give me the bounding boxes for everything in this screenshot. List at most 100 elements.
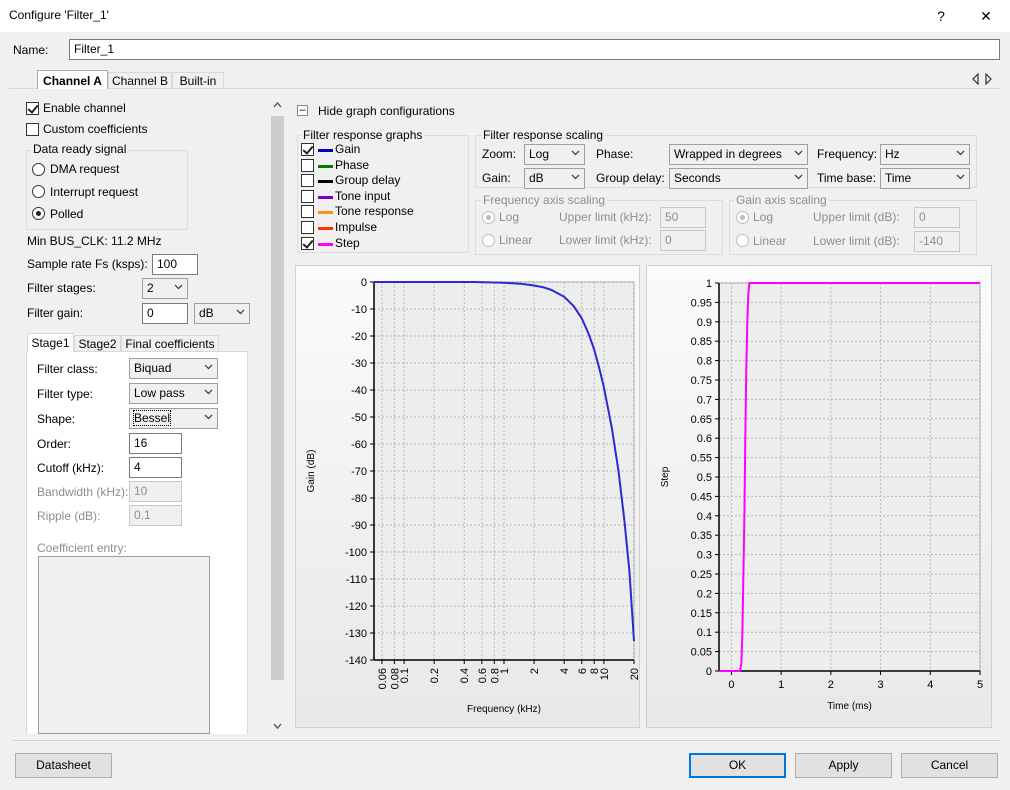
bandwidth-input: 10 [129, 481, 182, 502]
freq-linear-radio [482, 234, 495, 247]
phase-select[interactable]: Wrapped in degrees [669, 144, 808, 165]
y-tick-label: 0.2 [697, 588, 712, 600]
gain-log-radio [736, 211, 749, 224]
freq-log-radio [482, 211, 495, 224]
datasheet-button[interactable]: Datasheet [15, 753, 112, 778]
gain-axis-title: Gain axis scaling [734, 193, 829, 207]
graph-checkbox-impulse[interactable] [301, 221, 314, 234]
shape-select[interactable]: Bessel [129, 408, 218, 429]
x-tick-label: 0.4 [459, 668, 471, 683]
sample-rate-input[interactable]: 100 [152, 254, 198, 275]
scroll-up-icon[interactable] [273, 101, 282, 109]
y-tick-label: 0.95 [691, 297, 712, 309]
chevron-down-icon [236, 309, 245, 315]
title-bar [0, 0, 1010, 32]
close-icon: ✕ [980, 8, 992, 24]
order-input[interactable]: 16 [129, 433, 182, 454]
close-button[interactable]: ✕ [966, 0, 1006, 32]
graph-checkbox-tone-input[interactable] [301, 189, 314, 203]
gain-select[interactable]: dB [524, 168, 585, 189]
filter-gain-label: Filter gain: [27, 306, 84, 320]
x-axis-label: Frequency (kHz) [467, 704, 541, 715]
ripple-input: 0.1 [129, 505, 182, 526]
x-tick-label: 4 [559, 668, 571, 674]
x-tick-label: 0.06 [377, 668, 389, 689]
step-chart-panel: 0 1 2 3 4 5 0 0.05 0.1 0.15 0.2 0.25 0.3 0.35 0.4 0.45 0… [646, 265, 992, 728]
graph-checkbox-step[interactable] [301, 236, 314, 250]
hide-graph-toggle[interactable]: – [297, 105, 308, 116]
gain-label: Gain: [482, 171, 511, 185]
graph-checkbox-phase[interactable] [301, 158, 314, 172]
filter-type-select[interactable]: Low pass [129, 383, 218, 404]
filter-gain-input[interactable]: 0 [142, 303, 188, 324]
enable-channel-checkbox[interactable] [26, 102, 39, 115]
y-tick-label: -100 [345, 547, 367, 559]
chevron-down-icon [794, 150, 803, 156]
cancel-button[interactable]: Cancel [901, 753, 998, 778]
scrollbar-thumb[interactable] [271, 116, 284, 680]
filter-stages-select[interactable]: 2 [142, 278, 188, 299]
chevron-down-icon [956, 150, 965, 156]
dma-request-radio[interactable] [32, 163, 45, 176]
window-title: Configure 'Filter_1' [9, 8, 109, 22]
chevron-down-icon [571, 174, 580, 180]
tab-channel-b[interactable]: Channel B [108, 72, 172, 88]
interrupt-request-radio[interactable] [32, 185, 45, 198]
filter-type-label: Filter type: [37, 387, 94, 401]
tab-stage1[interactable]: Stage1 [27, 333, 74, 352]
graph-checkbox-group-delay[interactable] [301, 174, 314, 188]
gain-lower-label: Lower limit (dB): [813, 234, 900, 248]
help-button[interactable]: ? [921, 0, 961, 32]
gain-linear-label: Linear [753, 234, 787, 248]
y-tick-label: 0.6 [697, 433, 712, 445]
left-scrollbar[interactable] [270, 98, 285, 734]
frequency-select[interactable]: Hz [880, 144, 970, 165]
tab-builtin[interactable]: Built-in [172, 72, 224, 88]
x-tick-label: 0.1 [399, 668, 411, 683]
y-tick-label: 0.3 [697, 550, 712, 562]
x-tick-label: 1 [778, 679, 784, 691]
y-tick-label: 0.35 [691, 530, 712, 542]
tab-stage2[interactable]: Stage2 [74, 335, 121, 351]
graph-color-swatch [318, 164, 333, 168]
x-tick-label: 2 [828, 679, 834, 691]
tab-final-coefficients[interactable]: Final coefficients [121, 335, 219, 351]
custom-coefficients-checkbox[interactable] [26, 123, 39, 136]
x-tick-label: 10 [599, 668, 611, 680]
freq-lower-input: 0 [660, 230, 706, 251]
filter-gain-unit-select[interactable]: dB [194, 303, 250, 324]
freq-axis-title: Frequency axis scaling [481, 193, 608, 207]
tab-scroll-arrows-icon[interactable] [970, 73, 994, 85]
cutoff-input[interactable]: 4 [129, 457, 182, 478]
group-delay-select[interactable]: Seconds [669, 168, 808, 189]
zoom-label: Zoom: [482, 147, 517, 161]
graph-checkbox-gain[interactable] [301, 143, 314, 156]
ok-button[interactable]: OK [689, 753, 786, 778]
zoom-select[interactable]: Log [524, 144, 585, 165]
y-tick-label: 0.7 [697, 394, 712, 406]
graph-checkbox-tone-response[interactable] [301, 205, 314, 219]
chevron-down-icon [956, 174, 965, 180]
group-delay-label: Group delay: [596, 171, 665, 185]
apply-button[interactable]: Apply [795, 753, 892, 778]
filter-class-select[interactable]: Biquad [129, 358, 218, 379]
graph-label: Step [335, 235, 360, 250]
dma-request-label: DMA request [50, 162, 120, 176]
tab-strip-line [9, 88, 1000, 89]
gain-chart-panel: 0.06 0.08 0.1 0.2 0.4 0.6 0.8 1 2 4 6 8 10 20 0 -10 -20-… [295, 265, 641, 728]
x-tick-label: 4 [927, 679, 933, 691]
y-axis-label: Gain (dB) [306, 450, 317, 493]
y-tick-label: 0.1 [697, 627, 712, 639]
name-input[interactable]: Filter_1 [69, 39, 1000, 60]
phase-value: Wrapped in degrees [674, 147, 782, 161]
scroll-down-icon[interactable] [273, 722, 282, 730]
y-tick-label: 0.75 [691, 375, 712, 387]
graph-color-swatch [318, 211, 333, 215]
tab-channel-a[interactable]: Channel A [37, 70, 108, 89]
frequency-value: Hz [885, 147, 900, 161]
time-base-select[interactable]: Time [880, 168, 970, 189]
freq-log-label: Log [499, 210, 520, 224]
cutoff-label: Cutoff (kHz): [37, 461, 105, 475]
freq-upper-label: Upper limit (kHz): [559, 210, 652, 224]
polled-radio[interactable] [32, 207, 45, 220]
